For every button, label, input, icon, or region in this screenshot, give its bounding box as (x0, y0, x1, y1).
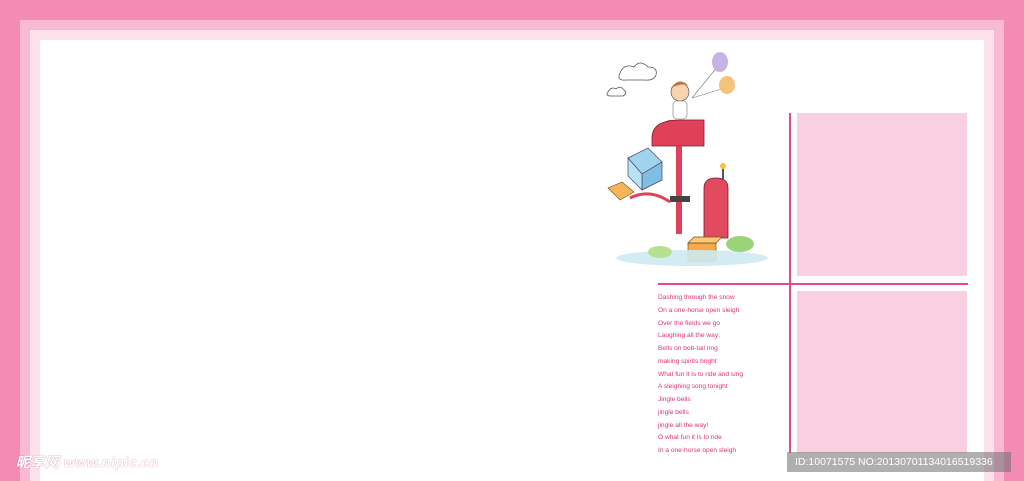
gift-box-icon (627, 147, 663, 191)
lyric-line: On a one-horse open sleigh (658, 306, 740, 314)
photo-placeholder-top (797, 113, 967, 276)
lyric-line: Dashing through the snow (658, 294, 735, 301)
lyric-line: jingle all the way! (658, 421, 709, 429)
horizontal-divider (658, 283, 968, 285)
image-id-watermark: ID:10071575 NO:20130701134016519336 (787, 452, 1011, 472)
lyric-line: O what fun it is to ride (658, 434, 722, 442)
site-watermark: 昵享网 www.nipic.cn (16, 454, 159, 470)
lyric-line: Over the fields we go (658, 319, 720, 327)
lyric-line: Bells on bob-tail ring (658, 345, 718, 352)
cloud-icon (606, 62, 657, 97)
small-mailbox-icon (703, 163, 729, 239)
lyric-line: jingle bells (658, 408, 689, 416)
photo-placeholder-bottom (797, 291, 967, 453)
song-lyrics: Dashing through the snow On a one-horse … (658, 292, 783, 458)
balloons-icon (691, 52, 735, 99)
lyric-line: making spirits bright (658, 357, 717, 365)
lyric-line: What fun it is to ride and sing (658, 370, 744, 378)
mailbox-boy-illustration (606, 52, 768, 266)
lyric-line: A sleighing song tonight (658, 383, 728, 391)
lyric-line: Jingle bells (658, 396, 691, 403)
lyric-line: Laughing all the way; (658, 332, 720, 340)
lyric-line: In a one-horse open sleigh (658, 447, 737, 454)
